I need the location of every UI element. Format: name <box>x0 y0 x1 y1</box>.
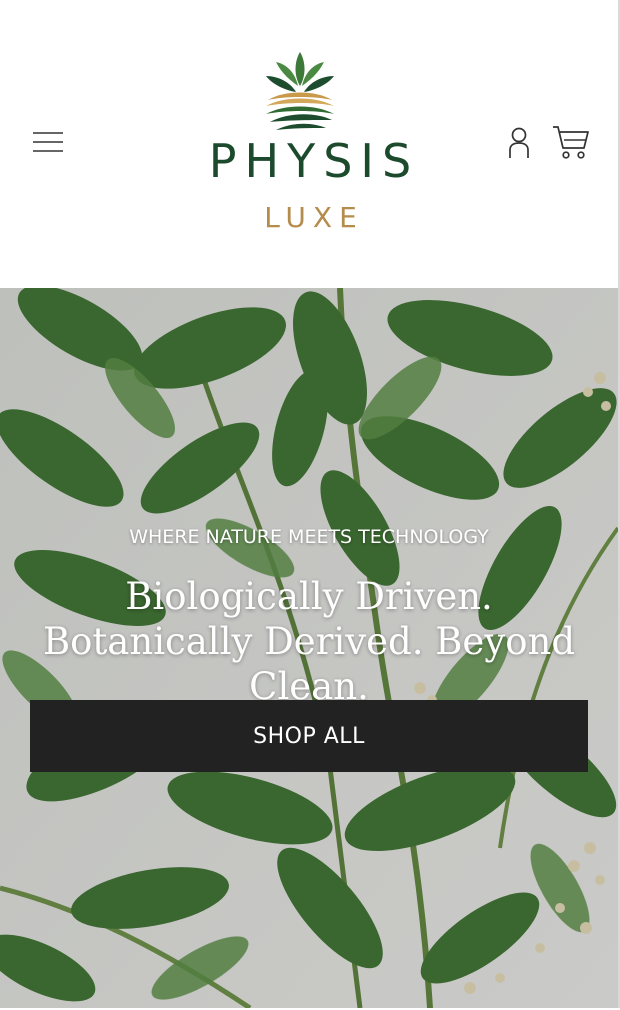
brand-name: PHYSIS <box>208 134 420 188</box>
account-button[interactable] <box>502 124 536 162</box>
hero-heading: Biologically Driven. Botanically Derived… <box>42 575 576 708</box>
user-icon <box>509 127 529 158</box>
hero-eyebrow: WHERE NATURE MEETS TECHNOLOGY <box>129 526 489 548</box>
site-header: PHYSIS LUXE <box>0 0 618 288</box>
leaf-logo-icon <box>266 52 334 130</box>
brand-subname: LUXE <box>264 201 364 234</box>
shop-all-button[interactable]: SHOP ALL <box>30 700 588 772</box>
cart-button[interactable] <box>548 120 592 162</box>
hamburger-menu-icon <box>33 132 63 152</box>
menu-button[interactable] <box>28 124 68 160</box>
hero-banner: WHERE NATURE MEETS TECHNOLOGY Biological… <box>0 288 618 1008</box>
brand-logo[interactable]: PHYSIS LUXE <box>190 48 430 243</box>
cart-icon <box>553 126 589 159</box>
